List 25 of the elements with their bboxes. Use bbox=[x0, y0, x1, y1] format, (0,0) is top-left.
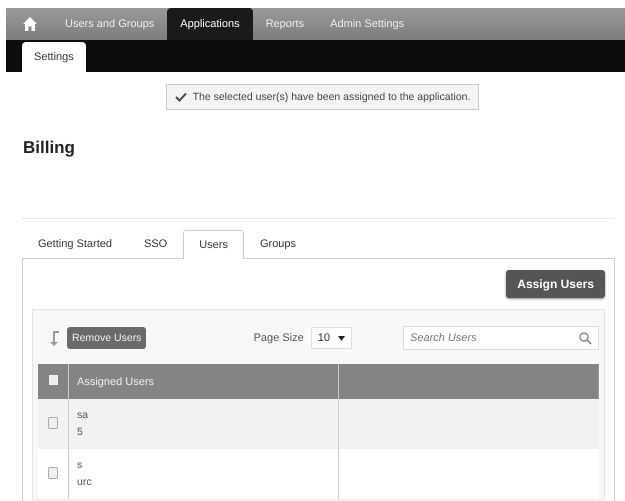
search-field[interactable]: Search Users bbox=[403, 326, 599, 350]
page-size-label: Page Size bbox=[254, 332, 304, 344]
select-all-checkbox[interactable] bbox=[48, 375, 58, 385]
row-checkbox[interactable] bbox=[48, 416, 58, 428]
home-icon[interactable] bbox=[22, 16, 38, 32]
user-text: urc bbox=[77, 475, 93, 490]
tab[interactable]: SSO bbox=[128, 229, 184, 258]
page-size-select[interactable]: 10 bbox=[310, 327, 352, 349]
row-checkbox[interactable] bbox=[48, 466, 58, 478]
tab[interactable]: Users bbox=[183, 230, 244, 259]
message-text: The selected user(s) have been assigned to the application. bbox=[192, 91, 470, 103]
user-text: sa bbox=[77, 408, 90, 423]
user-text: 5 bbox=[77, 425, 84, 440]
user-text: s bbox=[77, 458, 84, 473]
arrow-icon[interactable] bbox=[48, 329, 60, 347]
caret-icon bbox=[338, 336, 345, 340]
search-icon bbox=[579, 332, 592, 345]
tab[interactable]: Groups bbox=[244, 229, 312, 258]
sub-nav-tab[interactable]: Settings bbox=[22, 42, 86, 72]
assign-users-button[interactable]: Assign Users bbox=[506, 270, 605, 298]
nav-tab[interactable]: Applications bbox=[167, 8, 253, 40]
remove-users-button[interactable]: Remove Users bbox=[67, 327, 146, 349]
check-icon bbox=[174, 92, 187, 102]
tab[interactable]: Getting Started bbox=[22, 229, 128, 258]
page-title: Billing bbox=[23, 138, 76, 158]
